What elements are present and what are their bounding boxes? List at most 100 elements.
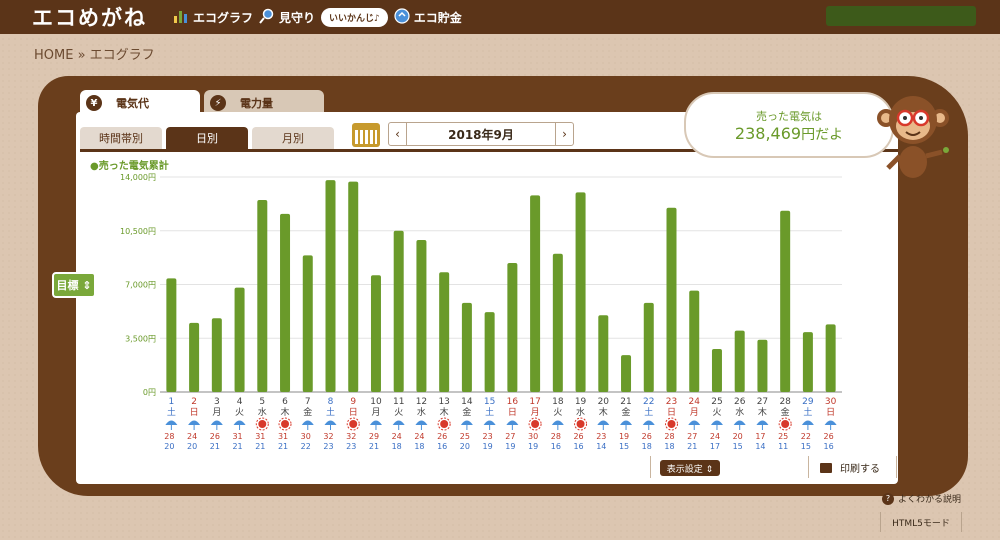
separator [896,456,897,478]
bar [757,339,768,392]
bar [530,195,541,392]
weekday-label: 水 [735,406,744,418]
high-temp: 24 [187,432,197,441]
x-tick-label: 23 [666,397,677,407]
x-tick-label: 9 [350,397,356,407]
high-temp: 19 [619,432,629,441]
high-temp: 27 [687,432,697,441]
bar [507,263,518,392]
bar [484,312,495,392]
bar [825,324,836,392]
x-tick-label: 25 [711,397,722,407]
x-tick-label: 22 [643,397,654,407]
bar [689,290,700,392]
x-tick-label: 18 [552,397,564,407]
low-temp: 18 [392,442,402,451]
sun-icon [440,420,449,428]
high-temp: 30 [301,432,311,441]
umbrella-icon [688,420,701,425]
x-tick-label: 19 [575,397,587,407]
x-tick-label: 15 [484,397,495,407]
bar [234,287,245,392]
weekday-label: 水 [417,406,426,418]
x-tick-label: 8 [328,397,334,407]
low-temp: 17 [710,442,720,451]
weekday-label: 火 [712,407,721,418]
x-tick-label: 4 [237,397,243,407]
high-temp: 26 [210,432,220,441]
help-link[interactable]: ? よくわかる説明 [882,492,961,505]
print-button[interactable]: 印刷する [820,460,880,475]
bar [166,278,177,392]
x-tick-label: 1 [168,397,174,407]
weekday-label: 金 [303,406,312,418]
umbrella-icon [324,420,337,425]
x-tick-label: 17 [529,397,540,407]
high-temp: 32 [346,432,356,441]
bar [325,180,336,392]
umbrella-icon [483,420,496,425]
low-temp: 19 [483,442,493,451]
umbrella-icon [733,420,746,425]
html5-mode-button[interactable]: HTML5モード [880,512,962,532]
bar [621,355,632,392]
print-label: 印刷する [840,464,880,475]
weekday-label: 水 [576,406,585,418]
low-temp: 21 [687,442,697,451]
weekday-label: 日 [826,407,835,418]
x-tick-label: 27 [757,397,768,407]
sun-icon [576,420,585,428]
low-temp: 19 [528,442,538,451]
high-temp: 24 [414,432,424,441]
sun-icon [667,420,676,428]
high-temp: 28 [164,432,174,441]
y-tick-label: 0円 [143,388,156,397]
low-temp: 15 [619,442,629,451]
low-temp: 21 [369,442,379,451]
high-temp: 20 [733,432,743,441]
umbrella-icon [506,420,519,425]
x-tick-label: 12 [416,397,427,407]
high-temp: 29 [369,432,379,441]
weekday-label: 金 [781,406,790,418]
sun-icon [258,420,267,428]
weekday-label: 土 [644,406,653,418]
low-temp: 21 [210,442,220,451]
bar-chart: 0円3,500円7,000円10,500円14,000円1土28202日2420… [120,173,842,451]
bar [552,253,563,392]
low-temp: 15 [733,442,743,451]
help-label: よくわかる説明 [898,495,962,505]
umbrella-icon [165,420,178,425]
weekday-label: 土 [803,406,812,418]
weekday-label: 火 [394,407,403,418]
bar [461,302,472,392]
low-temp: 22 [301,442,311,451]
weekday-label: 日 [667,407,676,418]
umbrella-icon [210,420,223,425]
x-tick-label: 21 [620,397,631,407]
umbrella-icon [233,420,246,425]
umbrella-icon [415,420,428,425]
umbrella-icon [642,420,655,425]
low-temp: 20 [187,442,197,451]
umbrella-icon [620,420,633,425]
display-settings-button[interactable]: 表示設定 ⇕ [660,460,720,476]
bar [211,318,222,392]
weekday-label: 木 [440,406,449,418]
x-tick-label: 10 [370,397,382,407]
umbrella-icon [188,420,201,425]
low-temp: 15 [801,442,811,451]
low-temp: 18 [642,442,652,451]
low-temp: 21 [232,442,242,451]
separator [808,456,809,478]
high-temp: 24 [392,432,402,441]
x-tick-label: 7 [305,397,311,407]
x-tick-label: 2 [191,397,197,407]
low-temp: 20 [164,442,174,451]
sun-icon [281,420,290,428]
high-temp: 28 [664,432,674,441]
high-temp: 23 [596,432,606,441]
weekday-label: 土 [326,406,335,418]
x-tick-label: 3 [214,397,220,407]
umbrella-icon [710,420,723,425]
